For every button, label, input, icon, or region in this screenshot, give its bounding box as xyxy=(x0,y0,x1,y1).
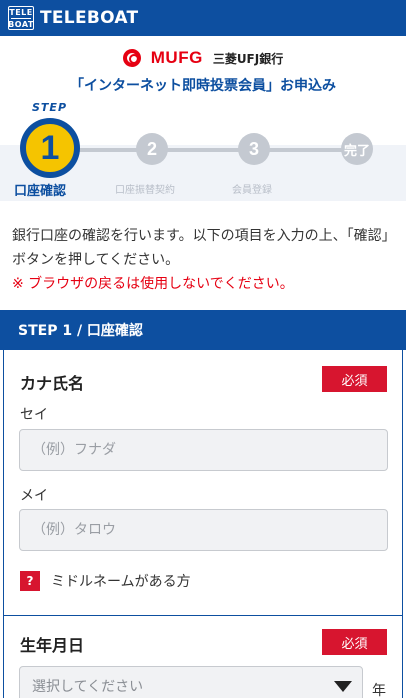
mufg-logo-icon xyxy=(122,48,147,68)
step-3-label: 会員登録 xyxy=(232,185,272,196)
sei-label: セイ xyxy=(20,407,48,423)
mei-input[interactable] xyxy=(19,509,388,551)
mei-label: メイ xyxy=(20,488,48,504)
page-title: 「インターネット即時投票会員」お申込み xyxy=(70,78,336,94)
sei-input[interactable] xyxy=(19,429,388,471)
app-header: TELE BOAT TELEBOAT xyxy=(0,0,406,36)
step-connector-line xyxy=(60,148,360,152)
step-1-label: 口座確認 xyxy=(14,184,67,199)
year-unit-label: 年 xyxy=(372,683,386,698)
step-3-indicator: 3 xyxy=(238,133,270,165)
brand-name[interactable]: TELEBOAT xyxy=(40,8,138,28)
mufg-logo-text: MUFG xyxy=(150,48,203,67)
logo-top-text: TELE xyxy=(9,7,33,17)
middle-name-label[interactable]: ミドルネームがある方 xyxy=(51,571,191,591)
birth-year-select[interactable]: 選択してください xyxy=(19,666,363,698)
kana-name-title: カナ氏名 xyxy=(20,374,85,393)
step-2-indicator: 2 xyxy=(136,133,168,165)
birthdate-required-badge: 必須 xyxy=(322,629,387,655)
section-divider xyxy=(3,615,403,616)
intro-text-block: 銀行口座の確認を行います。以下の項目を入力の上、「確認」ボタンを押してください。… xyxy=(12,224,396,296)
birth-year-select-value: 選択してください xyxy=(32,679,144,695)
step-1-indicator: 1 xyxy=(20,118,80,178)
kana-name-required-badge: 必須 xyxy=(322,366,387,392)
warning-text: ※ ブラウザの戻るは使用しないでください。 xyxy=(12,276,294,292)
teleboat-logo-icon[interactable]: TELE BOAT xyxy=(8,6,34,30)
chevron-down-icon[interactable] xyxy=(334,681,352,692)
bank-name: 三菱UFJ銀行 xyxy=(212,51,284,66)
step-1-number: 1 xyxy=(24,122,76,174)
bank-header: MUFG 三菱UFJ銀行 xyxy=(0,48,406,68)
step-2-label: 口座振替契約 xyxy=(115,185,175,196)
birthdate-title: 生年月日 xyxy=(20,636,85,655)
step-complete-indicator: 完了 xyxy=(341,133,373,165)
intro-text: 銀行口座の確認を行います。以下の項目を入力の上、「確認」ボタンを押してください。 xyxy=(12,228,396,268)
question-icon[interactable]: ? xyxy=(20,571,40,591)
middle-name-toggle[interactable]: ? ミドルネームがある方 xyxy=(20,571,191,591)
step-word: STEP xyxy=(32,101,68,114)
logo-bottom-text: BOAT xyxy=(8,19,34,29)
panel-title: STEP 1 / 口座確認 xyxy=(0,310,406,350)
